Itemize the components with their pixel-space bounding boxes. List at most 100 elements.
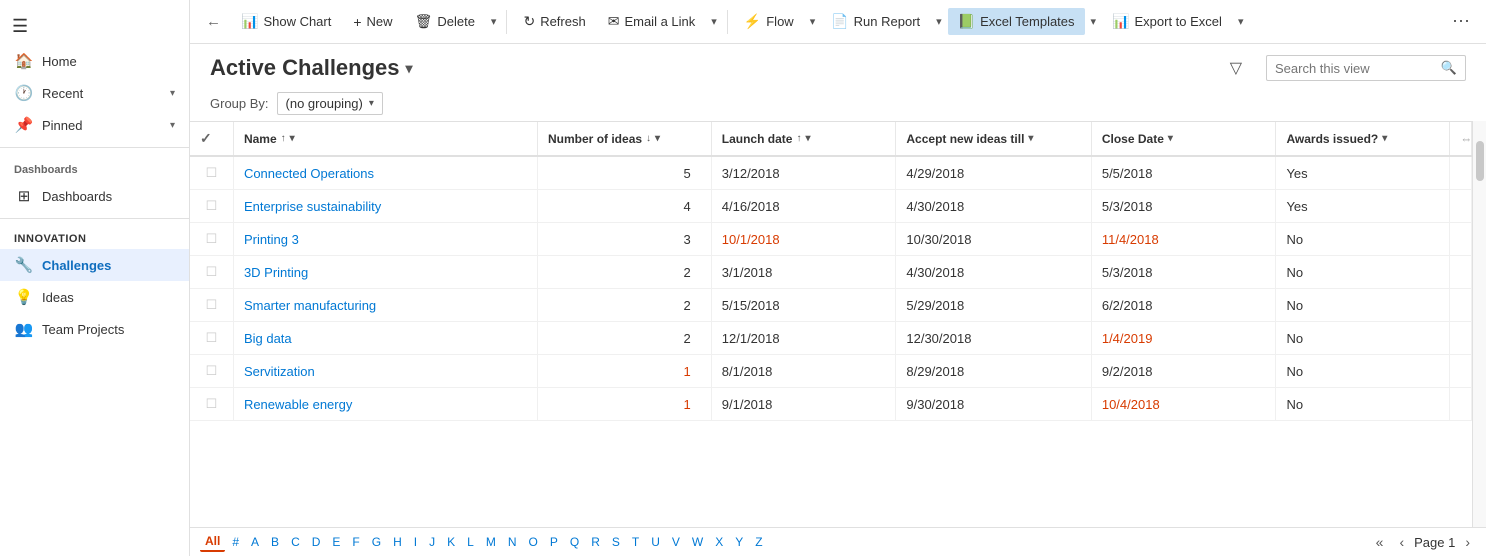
- run-report-button[interactable]: 📄 Run Report: [821, 8, 930, 35]
- col-header-awards[interactable]: Awards issued? ▾: [1276, 122, 1450, 156]
- sidebar-item-challenges[interactable]: 🔧 Challenges: [0, 249, 189, 281]
- show-chart-button[interactable]: 📊 Show Chart: [231, 8, 341, 35]
- checkbox-icon[interactable]: ☐: [206, 198, 218, 213]
- col-accept-filter[interactable]: ▾: [1028, 133, 1033, 144]
- row-name[interactable]: Servitization: [233, 355, 537, 388]
- alphabet-item-b[interactable]: B: [266, 533, 284, 551]
- delete-chevron[interactable]: ▾: [487, 10, 501, 33]
- row-name[interactable]: Connected Operations: [233, 156, 537, 190]
- alphabet-item-p[interactable]: P: [545, 533, 563, 551]
- sidebar-item-recent[interactable]: 🕐 Recent ▾: [0, 77, 189, 109]
- row-checkbox[interactable]: ☐: [190, 289, 233, 322]
- row-name[interactable]: Renewable energy: [233, 388, 537, 421]
- delete-button[interactable]: 🗑 Delete: [405, 8, 485, 35]
- alphabet-item-j[interactable]: J: [424, 533, 440, 551]
- row-name-link[interactable]: Connected Operations: [244, 166, 374, 181]
- more-actions-button[interactable]: ⋯: [1444, 6, 1478, 37]
- filter-icon[interactable]: ▽: [1222, 54, 1250, 82]
- flow-chevron[interactable]: ▾: [806, 10, 820, 33]
- row-checkbox[interactable]: ☐: [190, 355, 233, 388]
- alphabet-item-g[interactable]: G: [367, 533, 386, 551]
- checkbox-icon[interactable]: ☐: [206, 264, 218, 279]
- alphabet-item-t[interactable]: T: [627, 533, 644, 551]
- alphabet-item-i[interactable]: I: [409, 533, 422, 551]
- row-checkbox[interactable]: ☐: [190, 223, 233, 256]
- row-name[interactable]: Printing 3: [233, 223, 537, 256]
- first-page-button[interactable]: «: [1370, 532, 1390, 552]
- alphabet-item-q[interactable]: Q: [565, 533, 584, 551]
- col-name-filter[interactable]: ▾: [290, 133, 295, 144]
- row-checkbox[interactable]: ☐: [190, 322, 233, 355]
- checkbox-icon[interactable]: ☐: [206, 165, 218, 180]
- select-all-checkbox[interactable]: ✓: [200, 130, 212, 146]
- alphabet-item-f[interactable]: F: [347, 533, 364, 551]
- col-header-ideas[interactable]: Number of ideas ↓ ▾: [538, 122, 712, 156]
- excel-templates-button[interactable]: 📗 Excel Templates: [948, 8, 1085, 35]
- col-awards-filter[interactable]: ▾: [1382, 133, 1387, 144]
- checkbox-icon[interactable]: ☐: [206, 330, 218, 345]
- row-checkbox[interactable]: ☐: [190, 256, 233, 289]
- alphabet-item-c[interactable]: C: [286, 533, 305, 551]
- search-input[interactable]: [1275, 61, 1435, 76]
- back-button[interactable]: ←: [198, 8, 229, 35]
- col-ideas-filter[interactable]: ▾: [655, 133, 660, 144]
- alphabet-item-a[interactable]: A: [246, 533, 264, 551]
- row-name-link[interactable]: Renewable energy: [244, 397, 352, 412]
- alphabet-item-l[interactable]: L: [462, 533, 479, 551]
- sidebar-item-ideas[interactable]: 💡 Ideas: [0, 281, 189, 313]
- alphabet-item-z[interactable]: Z: [750, 533, 767, 551]
- checkbox-icon[interactable]: ☐: [206, 363, 218, 378]
- checkbox-icon[interactable]: ☐: [206, 396, 218, 411]
- scroll-thumb[interactable]: [1476, 141, 1484, 181]
- alphabet-item-r[interactable]: R: [586, 533, 605, 551]
- row-name-link[interactable]: 3D Printing: [244, 265, 308, 280]
- flow-button[interactable]: ⚡ Flow: [734, 8, 804, 35]
- email-link-button[interactable]: ✉ Email a Link: [598, 8, 706, 35]
- row-checkbox[interactable]: ☐: [190, 388, 233, 421]
- col-launch-sort[interactable]: ↑: [796, 133, 801, 144]
- email-link-chevron[interactable]: ▾: [707, 10, 721, 33]
- alphabet-item-s[interactable]: S: [607, 533, 625, 551]
- alphabet-item-m[interactable]: M: [481, 533, 501, 551]
- sidebar-item-dashboards[interactable]: ⊞ Dashboards: [0, 180, 189, 212]
- export-excel-chevron[interactable]: ▾: [1234, 10, 1248, 33]
- row-name-link[interactable]: Big data: [244, 331, 292, 346]
- alphabet-item-x[interactable]: X: [710, 533, 728, 551]
- alphabet-item-y[interactable]: Y: [730, 533, 748, 551]
- col-launch-filter[interactable]: ▾: [805, 133, 810, 144]
- alphabet-item-u[interactable]: U: [646, 533, 665, 551]
- refresh-button[interactable]: ↻ Refresh: [513, 8, 595, 35]
- alphabet-item-v[interactable]: V: [667, 533, 685, 551]
- col-header-name[interactable]: Name ↑ ▾: [233, 122, 537, 156]
- next-page-button[interactable]: ›: [1459, 532, 1476, 552]
- row-name[interactable]: Smarter manufacturing: [233, 289, 537, 322]
- prev-page-button[interactable]: ‹: [1393, 532, 1410, 552]
- row-name[interactable]: Big data: [233, 322, 537, 355]
- row-checkbox[interactable]: ☐: [190, 190, 233, 223]
- col-ideas-sort[interactable]: ↓: [646, 133, 651, 144]
- alphabet-item-all[interactable]: All: [200, 532, 225, 552]
- col-header-close[interactable]: Close Date ▾: [1091, 122, 1276, 156]
- checkbox-icon[interactable]: ☐: [206, 231, 218, 246]
- col-close-filter[interactable]: ▾: [1168, 133, 1173, 144]
- run-report-chevron[interactable]: ▾: [932, 10, 946, 33]
- new-button[interactable]: + New: [343, 9, 402, 35]
- export-excel-button[interactable]: 📊 Export to Excel: [1102, 8, 1232, 35]
- row-name-link[interactable]: Servitization: [244, 364, 315, 379]
- col-name-sort[interactable]: ↑: [281, 133, 286, 144]
- row-checkbox[interactable]: ☐: [190, 156, 233, 190]
- row-name-link[interactable]: Printing 3: [244, 232, 299, 247]
- row-name-link[interactable]: Smarter manufacturing: [244, 298, 376, 313]
- alphabet-item-n[interactable]: N: [503, 533, 522, 551]
- groupby-select[interactable]: (no grouping) ▾: [277, 92, 383, 115]
- vertical-scrollbar[interactable]: [1472, 121, 1486, 527]
- row-name[interactable]: 3D Printing: [233, 256, 537, 289]
- alphabet-item-#[interactable]: #: [227, 533, 244, 551]
- sidebar-item-home[interactable]: 🏠 Home: [0, 45, 189, 77]
- row-name-link[interactable]: Enterprise sustainability: [244, 199, 381, 214]
- alphabet-item-e[interactable]: E: [327, 533, 345, 551]
- col-header-accept[interactable]: Accept new ideas till ▾: [896, 122, 1091, 156]
- alphabet-item-d[interactable]: D: [307, 533, 326, 551]
- alphabet-item-o[interactable]: O: [524, 533, 543, 551]
- view-title-chevron[interactable]: ▾: [406, 60, 413, 77]
